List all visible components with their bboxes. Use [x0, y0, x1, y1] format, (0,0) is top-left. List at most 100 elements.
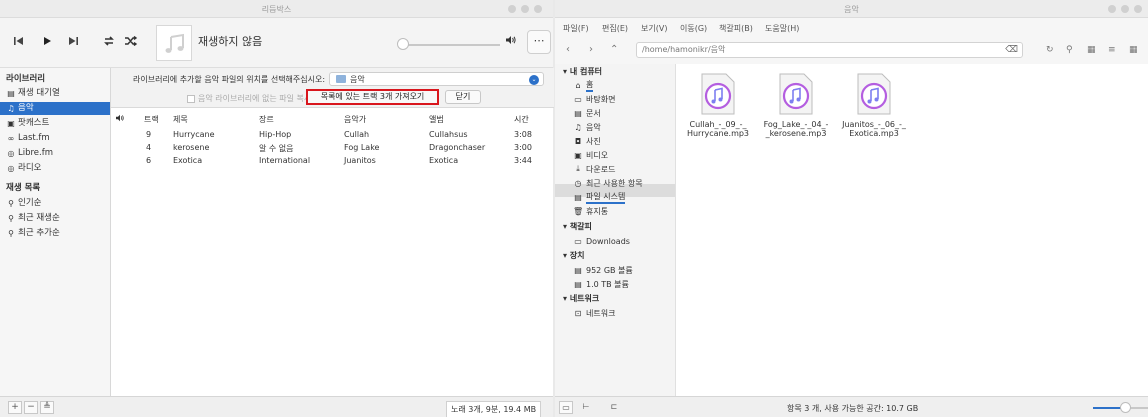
- maximize-button[interactable]: [521, 5, 529, 13]
- sidebar-item-bookmark-downloads[interactable]: ▭ Downloads: [573, 235, 630, 247]
- column-header-album[interactable]: 앨범: [429, 114, 444, 125]
- sidebar-item-filesystem[interactable]: ▤ 파일 시스템: [573, 191, 626, 204]
- table-row[interactable]: 9 Hurrycane Hip-Hop Cullah Cullahsus 3:0…: [111, 130, 554, 143]
- previous-track-icon[interactable]: [10, 34, 28, 52]
- remove-playlist-button[interactable]: −: [24, 401, 38, 414]
- now-playing-column-icon[interactable]: [115, 114, 125, 124]
- menu-file[interactable]: 파일(F): [563, 23, 589, 34]
- sidebar-item-network[interactable]: ⊡ 네트워크: [573, 307, 616, 319]
- maximize-button[interactable]: [1121, 5, 1129, 13]
- show-treeview-icon[interactable]: ⊢: [579, 401, 593, 414]
- column-header-time[interactable]: 시간: [514, 114, 529, 125]
- up-icon[interactable]: ⌃: [610, 44, 618, 55]
- play-icon[interactable]: [38, 34, 56, 52]
- menu-view[interactable]: 보기(V): [641, 23, 667, 34]
- hide-sidebar-icon[interactable]: ⊏: [607, 401, 621, 414]
- back-icon[interactable]: ‹: [566, 44, 570, 55]
- sidebar-item-music[interactable]: ♫ 음악: [573, 121, 600, 133]
- sidebar-item-volume-1tb[interactable]: ▤ 1.0 TB 볼륨: [573, 278, 629, 290]
- menu-bookmarks[interactable]: 책갈피(B): [719, 23, 753, 34]
- sidebar-item-pictures[interactable]: ◘ 사진: [573, 135, 601, 147]
- rhythmbox-bottombar: + − ≜ 노래 3개, 9분, 19.4 MB: [0, 396, 553, 417]
- volume-icon[interactable]: [505, 35, 517, 48]
- close-button[interactable]: [534, 5, 542, 13]
- column-header-title[interactable]: 제목: [173, 114, 188, 125]
- shuffle-icon[interactable]: [122, 34, 140, 52]
- table-row[interactable]: 6 Exotica International Juanitos Exotica…: [111, 156, 554, 169]
- library-content: 라이브러리에 추가할 음악 파일의 위치를 선택해주십시오: 음악 ⌄ 음악 라…: [110, 68, 554, 396]
- location-select[interactable]: 음악 ⌄: [329, 72, 544, 86]
- bookmarks-heading[interactable]: ▾ 책갈피: [563, 221, 592, 232]
- file-item[interactable]: Fog_Lake_-_04_- _kerosene.mp3: [760, 72, 832, 138]
- grid-view-icon[interactable]: ▦: [1087, 45, 1096, 55]
- menu-help[interactable]: 도움말(H): [765, 23, 799, 34]
- sidebar-item-play-queue[interactable]: ▤ 재생 대기열: [6, 87, 110, 100]
- sidebar-item-desktop[interactable]: ▭ 바탕화면: [573, 93, 615, 105]
- rhythmbox-titlebar: 리듬박스: [0, 0, 553, 18]
- clear-path-icon[interactable]: ⌫: [1005, 43, 1018, 57]
- column-header-track[interactable]: 트랙: [144, 114, 159, 125]
- minimize-button[interactable]: [508, 5, 516, 13]
- sidebar-item-librefm[interactable]: ◎ Libre.fm: [6, 147, 110, 160]
- player-toolbar: 재생하지 않음 ⋯: [0, 18, 553, 68]
- sidebar-item-label: 바탕화면: [586, 94, 616, 104]
- copy-files-checkbox[interactable]: 음악 라이브러리에 없는 파일 복사: [187, 93, 311, 104]
- column-header-genre[interactable]: 장르: [259, 114, 274, 125]
- radio-waves-icon: ◎: [7, 149, 15, 158]
- zoom-slider-handle[interactable]: [1120, 402, 1131, 413]
- close-button[interactable]: [1134, 5, 1142, 13]
- sidebar-item-music[interactable]: ♫ 음악: [0, 102, 110, 115]
- compact-view-icon[interactable]: ▦: [1129, 45, 1138, 55]
- sidebar-item-home[interactable]: ⌂ 홈: [573, 79, 594, 92]
- folder-icon: [336, 75, 346, 83]
- window-controls: [1108, 5, 1142, 13]
- file-grid: Cullah_-_09_-_ Hurrycane.mp3 Fog_Lake_-_…: [675, 64, 1148, 396]
- list-view-icon[interactable]: ≡: [1108, 45, 1116, 55]
- sidebar-item-trash[interactable]: 🗑 휴지통: [573, 205, 608, 217]
- add-playlist-button[interactable]: +: [8, 401, 22, 414]
- repeat-icon[interactable]: [100, 34, 118, 52]
- menu-go[interactable]: 이동(G): [680, 23, 707, 34]
- next-track-icon[interactable]: [64, 34, 82, 52]
- library-heading: 라이브러리: [6, 74, 46, 84]
- radio-icon: ◎: [7, 164, 15, 173]
- sidebar-item-lastfm[interactable]: ∞ Last.fm: [6, 132, 110, 145]
- column-header-artist[interactable]: 음악가: [344, 114, 366, 125]
- seek-slider-track[interactable]: [398, 44, 500, 46]
- track-title: kerosene: [173, 143, 210, 152]
- sidebar-item-recent[interactable]: ◷ 최근 사용한 항목: [573, 177, 643, 189]
- file-item[interactable]: Juanitos_-_06_-_ Exotica.mp3: [838, 72, 910, 138]
- computer-heading[interactable]: ▾ 내 컴퓨터: [563, 66, 602, 77]
- sidebar-item-recently-played[interactable]: ⚲ 최근 재생순: [6, 212, 110, 225]
- refresh-icon[interactable]: ↻: [1046, 45, 1054, 55]
- location-path-field[interactable]: /home/hamonikr/음악 ⌫: [636, 42, 1023, 58]
- seek-slider-handle[interactable]: [397, 38, 409, 50]
- sidebar-item-volume-952[interactable]: ▤ 952 GB 볼륨: [573, 264, 633, 276]
- table-row[interactable]: 4 kerosene 알 수 없음 Fog Lake Dragonchaser …: [111, 143, 554, 156]
- app-menu-button[interactable]: ⋯: [527, 30, 551, 54]
- sidebar-item-downloads[interactable]: ⤓ 다운로드: [573, 163, 615, 175]
- sidebar-item-documents[interactable]: ▤ 문서: [573, 107, 601, 119]
- forward-icon[interactable]: ›: [589, 44, 593, 55]
- sidebar-item-popular[interactable]: ⚲ 인기순: [6, 197, 110, 210]
- sidebar-item-podcasts[interactable]: ▣ 팟캐스트: [6, 117, 110, 130]
- sidebar-item-recently-added[interactable]: ⚲ 최근 추가순: [6, 227, 110, 240]
- window-title: 리듬박스: [261, 5, 292, 14]
- file-item[interactable]: Cullah_-_09_-_ Hurrycane.mp3: [682, 72, 754, 138]
- menu-edit[interactable]: 편집(E): [602, 23, 628, 34]
- search-icon: ⚲: [8, 214, 14, 223]
- network-heading[interactable]: ▾ 네트워크: [563, 293, 599, 304]
- track-number: 4: [146, 143, 152, 152]
- queue-icon: ▤: [7, 89, 15, 98]
- search-icon[interactable]: ⚲: [1066, 45, 1073, 55]
- show-places-icon[interactable]: ▭: [559, 401, 573, 414]
- track-number: 6: [146, 156, 152, 165]
- checkbox-box[interactable]: [187, 94, 195, 103]
- import-tracks-button[interactable]: 목록에 있는 트랙 3개 가져오기: [306, 89, 439, 105]
- close-import-button[interactable]: 닫기: [445, 90, 481, 104]
- sidebar-item-radio[interactable]: ◎ 라디오: [6, 162, 110, 175]
- eject-button[interactable]: ≜: [40, 401, 54, 414]
- minimize-button[interactable]: [1108, 5, 1116, 13]
- devices-heading[interactable]: ▾ 장치: [563, 250, 585, 261]
- sidebar-item-videos[interactable]: ▣ 비디오: [573, 149, 608, 161]
